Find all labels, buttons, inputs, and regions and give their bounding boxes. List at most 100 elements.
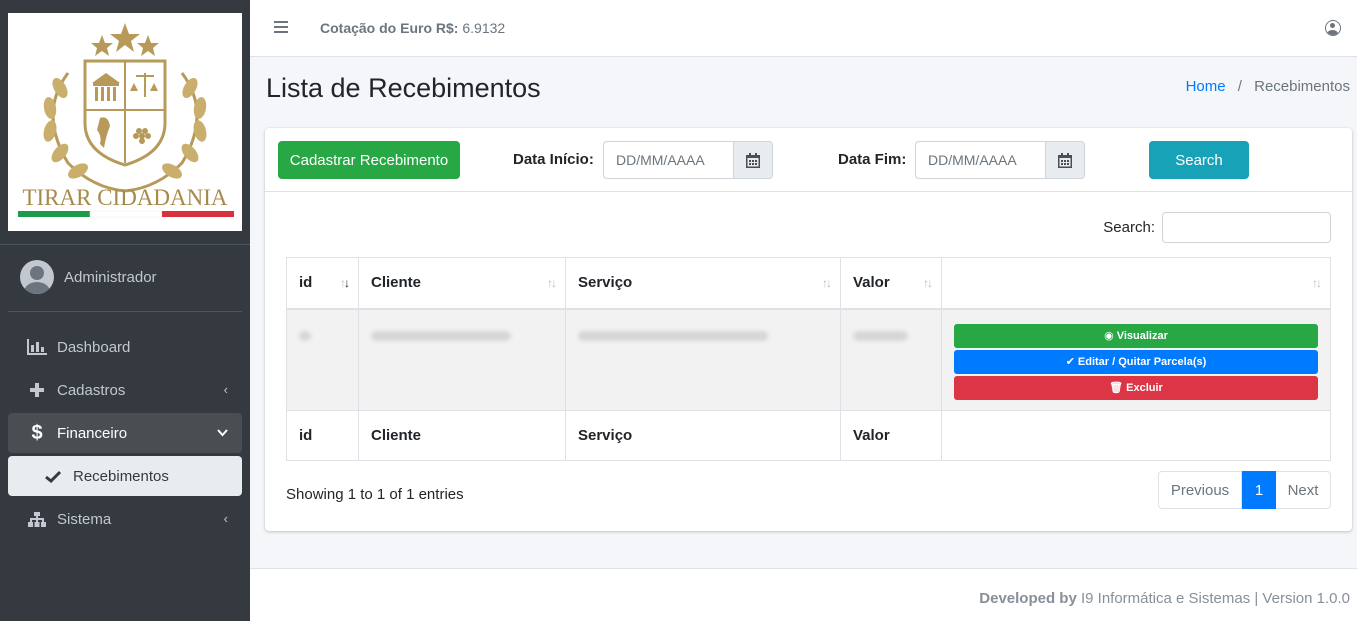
sidebar-item-label: Recebimentos [73,467,169,485]
start-date-group: DD/MM/AAAA [603,141,773,179]
end-date-label: Data Fim: [838,151,907,168]
redacted-value [371,330,511,341]
page-footer: Developed by I9 Informática e Sistemas |… [250,568,1357,621]
sitemap-icon [26,511,48,527]
receipts-card: Cadastrar Recebimento Data Início: DD/MM… [265,128,1352,531]
start-date-input[interactable]: DD/MM/AAAA [603,141,733,179]
edit-button-label: Editar / Quitar Parcela(s) [1077,355,1207,368]
top-navbar: Cotação do Euro R$: 6.9132 [250,0,1357,57]
sidebar-item-label: Sistema [57,510,112,528]
sidebar: TIRAR CIDADANIA Administrador Dashboard … [0,0,250,621]
pagination: Previous 1 Next [1158,471,1331,509]
search-button[interactable]: Search [1149,141,1249,179]
view-button-label: Visualizar [1116,329,1168,342]
sidebar-divider [8,311,242,312]
dollar-icon: $ [31,421,43,444]
redacted-value [853,330,908,341]
footer-col-valor: Valor [840,410,942,461]
delete-button[interactable]: 🗑 Excluir [954,375,1318,400]
end-date-input[interactable]: DD/MM/AAAA [915,141,1045,179]
footer-col-cliente: Cliente [358,410,566,461]
footer-company: I9 Informática e Sistemas | Version 1.0.… [1080,590,1350,607]
receipts-table: id ↑↓ Cliente ↑↓ Serviço ↑↓ Valor ↑↓ ↑↓ ◉ Vis… [286,257,1331,461]
page-title: Lista de Recebimentos [266,73,541,103]
delete-button-label: Excluir [1126,381,1163,394]
eye-icon: ◉ [1104,330,1114,342]
start-date-label: Data Início: [513,151,594,168]
euro-rate-value: 6.9132 [462,20,506,36]
column-header-actions[interactable]: ↑↓ [941,257,1331,310]
view-button[interactable]: ◉ Visualizar [954,323,1318,348]
table-search-label: Search: [1103,219,1155,236]
sidebar-divider [0,244,250,245]
breadcrumb-current: Recebimentos [1254,78,1350,95]
cell-valor [840,308,942,411]
table-footer-row: id Cliente Serviço Valor [286,410,1331,461]
filter-bar: Cadastrar Recebimento Data Início: DD/MM… [265,128,1352,192]
sidebar-item-sistema[interactable]: Sistema ‹ [8,499,242,539]
cell-cliente [358,308,566,411]
footer-col-servico: Serviço [565,410,841,461]
pagination-page-1[interactable]: 1 [1242,471,1276,509]
sidebar-item-dashboard[interactable]: Dashboard [8,327,242,367]
table-search-input[interactable] [1162,212,1331,243]
table-info: Showing 1 to 1 of 1 entries [286,486,464,503]
sort-icon: ↑↓ [547,276,557,290]
column-label: id [299,274,313,292]
column-header-valor[interactable]: Valor ↑↓ [840,257,942,310]
column-header-id[interactable]: id ↑↓ [286,257,359,310]
breadcrumb: Home / Recebimentos [1186,78,1350,95]
plus-icon [26,383,48,397]
user-circle-icon[interactable] [1325,20,1341,36]
brand-logo[interactable]: TIRAR CIDADANIA [8,13,242,231]
user-panel[interactable]: Administrador [20,260,157,294]
footer-col-id: id [286,410,359,461]
footer-text: Developed by I9 Informática e Sistemas |… [979,590,1350,607]
cell-actions: ◉ Visualizar ✔ Editar / Quitar Parcela(s) … [941,308,1331,411]
table-header-row: id ↑↓ Cliente ↑↓ Serviço ↑↓ Valor ↑↓ ↑↓ [286,257,1331,310]
sidebar-item-financeiro[interactable]: $ Financeiro [8,413,242,453]
avatar [20,260,54,294]
add-receipt-button[interactable]: Cadastrar Recebimento [278,141,460,179]
column-label: Serviço [578,274,633,292]
chevron-left-icon: ‹ [223,382,228,397]
chevron-down-icon [217,425,228,440]
euro-rate: Cotação do Euro R$: 6.9132 [320,20,505,36]
pagination-next[interactable]: Next [1276,471,1331,509]
sidebar-item-label: Dashboard [57,338,131,356]
sidebar-item-label: Financeiro [57,424,128,442]
redacted-value [578,330,768,341]
breadcrumb-home-link[interactable]: Home [1186,78,1226,95]
table-row: ◉ Visualizar ✔ Editar / Quitar Parcela(s) … [286,308,1331,411]
chart-bar-icon [26,339,48,355]
pagination-previous[interactable]: Previous [1158,471,1242,509]
sort-icon: ↑↓ [923,276,933,290]
cell-servico [565,308,841,411]
footer-developed-by: Developed by [979,590,1077,607]
sidebar-item-cadastros[interactable]: Cadastros ‹ [8,370,242,410]
euro-rate-label: Cotação do Euro R$: [320,20,459,36]
user-name[interactable]: Administrador [64,269,157,286]
calendar-icon[interactable] [1045,141,1085,179]
footer-col-actions [941,410,1331,461]
sort-icon: ↑↓ [822,276,832,290]
sidebar-item-label: Cadastros [57,381,126,399]
check-icon [42,470,64,483]
column-header-servico[interactable]: Serviço ↑↓ [565,257,841,310]
chevron-left-icon: ‹ [223,511,228,526]
edit-button[interactable]: ✔ Editar / Quitar Parcela(s) [954,349,1318,374]
calendar-icon[interactable] [733,141,773,179]
sort-icon: ↑↓ [340,276,350,290]
column-label: Cliente [371,274,422,292]
redacted-value [299,330,311,341]
logo-text: TIRAR CIDADANIA [22,185,227,210]
breadcrumb-separator: / [1237,78,1242,95]
sidebar-item-recebimentos[interactable]: Recebimentos [8,456,242,496]
check-icon: ✔ [1065,356,1075,368]
column-header-cliente[interactable]: Cliente ↑↓ [358,257,566,310]
trash-icon: 🗑 [1109,382,1124,394]
end-date-group: DD/MM/AAAA [915,141,1085,179]
sort-icon: ↑↓ [1312,276,1322,290]
cell-id [286,308,359,411]
menu-toggle-icon[interactable] [274,21,288,36]
